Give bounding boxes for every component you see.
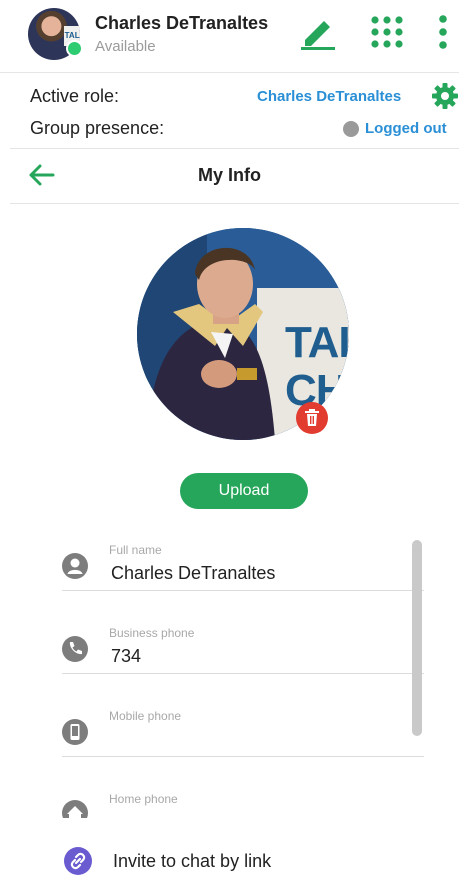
delete-photo-button[interactable] <box>296 402 328 434</box>
business-phone-label: Business phone <box>109 626 195 640</box>
mobile-phone-label: Mobile phone <box>109 709 182 723</box>
active-role-label: Active role: <box>30 86 120 106</box>
mobile-phone-input[interactable] <box>111 729 401 750</box>
person-icon <box>62 553 88 579</box>
upload-button[interactable]: Upload <box>180 473 308 509</box>
user-status[interactable]: Available <box>95 38 156 55</box>
edit-icon[interactable] <box>299 14 339 50</box>
group-presence-label: Group presence: <box>30 118 165 138</box>
full-name-field[interactable]: Full name <box>62 543 424 593</box>
business-phone-field[interactable]: Business phone <box>62 626 424 676</box>
page-title: My Info <box>198 165 261 185</box>
presence-dot <box>343 121 359 137</box>
gear-icon[interactable] <box>431 82 459 110</box>
home-phone-label: Home phone <box>109 792 178 806</box>
trash-icon <box>305 409 319 426</box>
full-name-label: Full name <box>109 543 162 557</box>
link-icon[interactable] <box>64 847 92 875</box>
field-underline <box>62 590 424 591</box>
app-header: TALK Charles DeTranaltes Available <box>0 0 459 73</box>
invite-link-button[interactable]: Invite to chat by link <box>113 851 271 872</box>
business-phone-input[interactable] <box>111 646 401 667</box>
field-underline <box>62 756 424 757</box>
more-vert-icon[interactable] <box>436 14 450 50</box>
group-presence-value[interactable]: Logged out <box>365 120 447 137</box>
user-name: Charles DeTranaltes <box>95 13 269 33</box>
home-icon <box>62 800 88 818</box>
divider <box>10 203 459 204</box>
mobile-icon <box>62 719 88 745</box>
field-underline <box>62 673 424 674</box>
divider <box>10 148 459 149</box>
home-phone-input[interactable] <box>111 812 401 818</box>
full-name-input[interactable] <box>111 563 401 584</box>
mobile-phone-field[interactable]: Mobile phone <box>62 709 424 759</box>
active-role-value[interactable]: Charles DeTranaltes <box>257 88 401 105</box>
scrollbar[interactable] <box>412 540 422 736</box>
presence-status-dot <box>66 40 83 57</box>
home-phone-field[interactable]: Home phone <box>62 792 424 818</box>
sign-text-1: TALK <box>285 318 349 367</box>
phone-icon <box>62 636 88 662</box>
dialpad-icon[interactable] <box>370 15 404 49</box>
